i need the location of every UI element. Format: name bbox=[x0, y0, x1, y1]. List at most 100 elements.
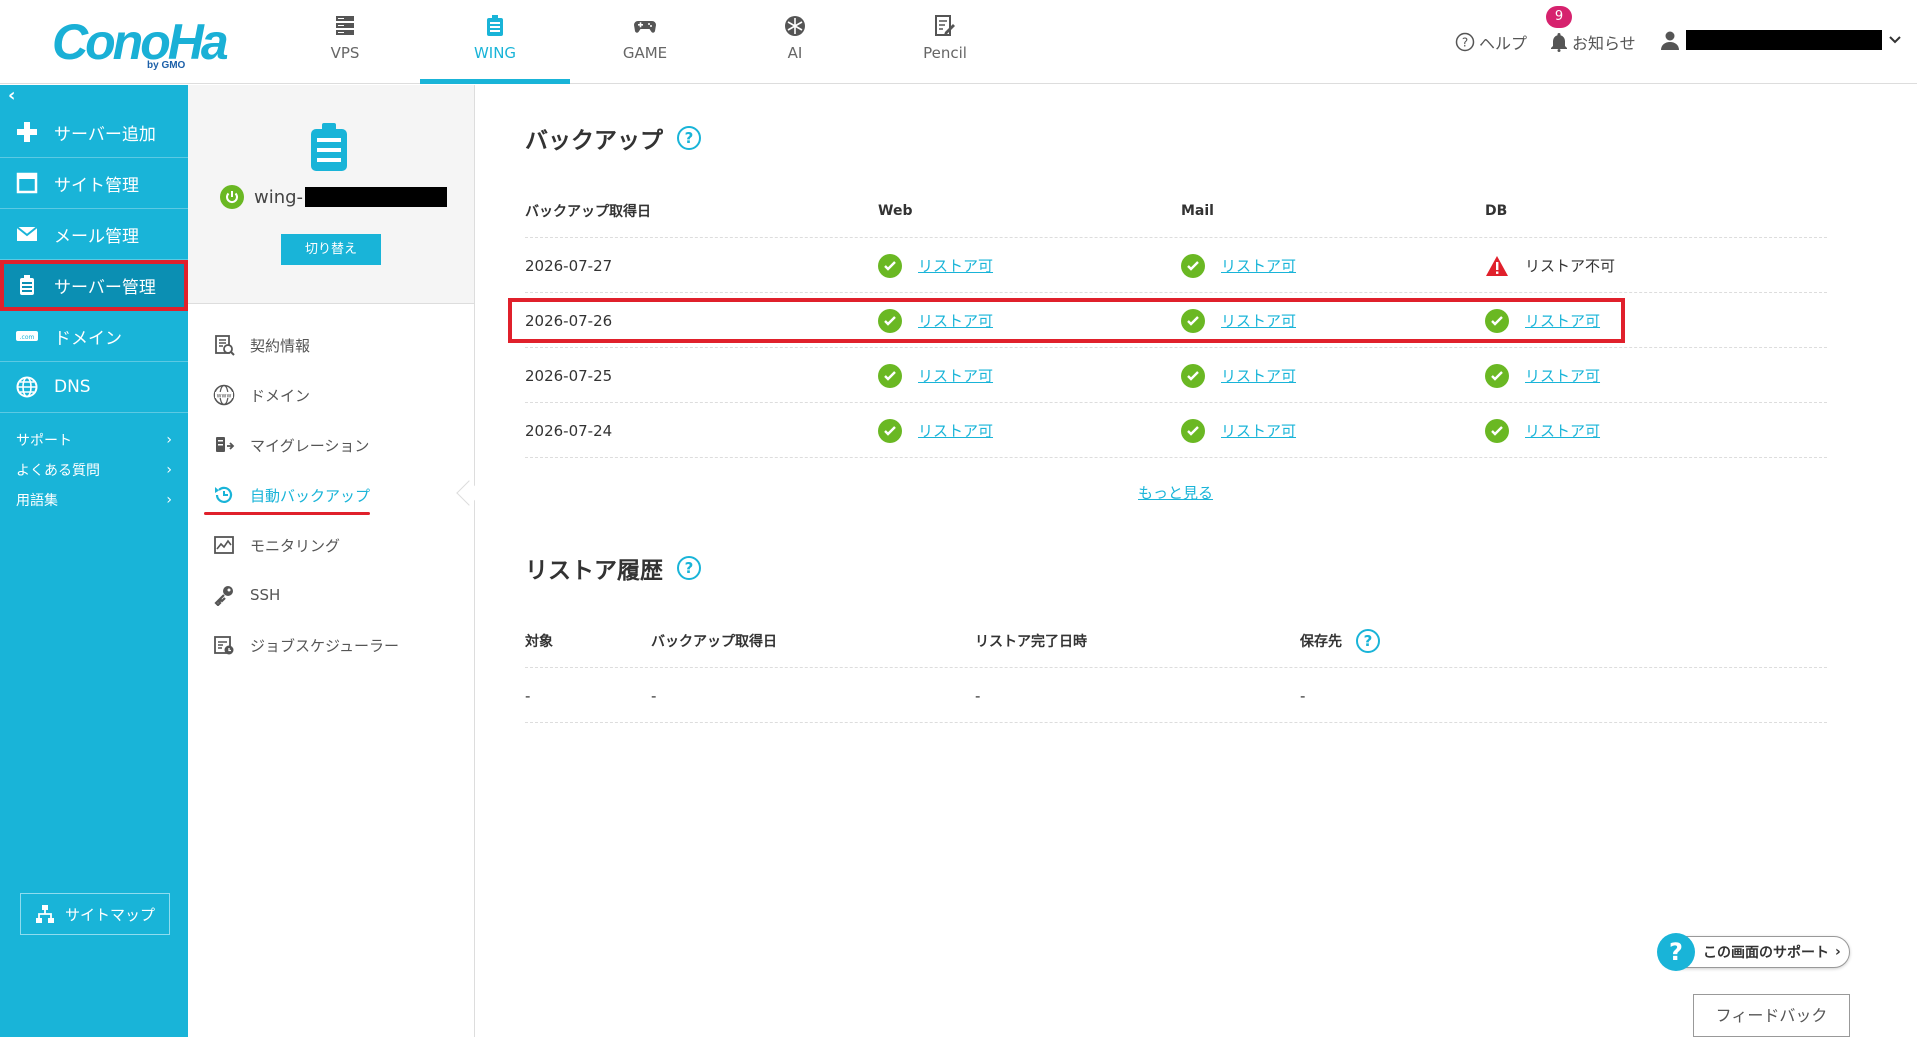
sidebar-item-dns[interactable]: DNS bbox=[0, 362, 188, 413]
envelope-icon bbox=[14, 221, 40, 247]
restore-mail-link[interactable]: リストア可 bbox=[1221, 420, 1296, 441]
scheduler-icon bbox=[212, 633, 236, 657]
server-panel: wing- 切り替え 契約情報 www ドメイン マイグレーション 自動バックア… bbox=[188, 85, 475, 1037]
table-row: 2026-07-27 リストア可 リストア可 リストア不可 bbox=[525, 238, 1827, 293]
restore-mail-link[interactable]: リストア可 bbox=[1221, 365, 1296, 386]
window-icon bbox=[14, 170, 40, 196]
main-content: バックアップ ? バックアップ取得日 Web Mail DB 2026-07-2… bbox=[475, 85, 1917, 1037]
check-circle-icon bbox=[878, 418, 902, 443]
restore-web-link[interactable]: リストア可 bbox=[918, 365, 993, 386]
contract-icon bbox=[212, 333, 236, 357]
nav-game[interactable]: GAME bbox=[570, 0, 720, 84]
pencil-icon bbox=[935, 15, 955, 36]
bell-icon bbox=[1551, 33, 1567, 52]
check-circle-icon bbox=[1485, 363, 1509, 388]
check-circle-icon bbox=[1181, 363, 1205, 388]
server-icon bbox=[14, 272, 40, 298]
redacted-server-name bbox=[305, 187, 448, 207]
svg-text:?: ? bbox=[1462, 36, 1468, 50]
chevron-down-icon bbox=[1889, 36, 1901, 44]
global-nav: VPS WING GAME AI Pencil bbox=[270, 0, 1020, 84]
screen-support-button[interactable]: ? この画面のサポート › bbox=[1657, 933, 1850, 971]
server-icon bbox=[336, 16, 354, 35]
menu-domain[interactable]: www ドメイン bbox=[188, 370, 474, 420]
check-circle-icon bbox=[878, 363, 902, 388]
sidebar-link-support[interactable]: サポート › bbox=[0, 425, 188, 455]
help-link[interactable]: ? ヘルプ bbox=[1455, 30, 1527, 54]
menu-migration[interactable]: マイグレーション bbox=[188, 420, 474, 470]
wing-server-icon bbox=[311, 123, 347, 171]
gamepad-icon bbox=[634, 21, 656, 33]
redacted-username bbox=[1686, 30, 1882, 50]
nav-pencil[interactable]: Pencil bbox=[870, 0, 1020, 84]
server-name: wing- bbox=[220, 185, 448, 209]
sidebar-collapse-button[interactable]: ‹ bbox=[8, 85, 15, 107]
restore-db-link[interactable]: リストア可 bbox=[1525, 365, 1600, 386]
conoha-logo[interactable]: ConoHa by GMO bbox=[52, 16, 229, 71]
restore-web-link[interactable]: リストア可 bbox=[918, 255, 993, 276]
check-circle-icon bbox=[1485, 418, 1509, 443]
sitemap-icon bbox=[35, 905, 54, 923]
switch-server-button[interactable]: 切り替え bbox=[281, 234, 381, 265]
nav-vps[interactable]: VPS bbox=[270, 0, 420, 84]
chevron-right-icon: › bbox=[166, 492, 172, 508]
table-row: - - - - bbox=[525, 668, 1827, 723]
highlighted-row-frame bbox=[508, 298, 1625, 343]
warning-triangle-icon bbox=[1486, 255, 1508, 276]
server-menu: 契約情報 www ドメイン マイグレーション 自動バックアップ モニタリング S… bbox=[188, 320, 474, 670]
sidebar-item-add-server[interactable]: サーバー追加 bbox=[0, 107, 188, 158]
table-row: 2026-07-24 リストア可 リストア可 リストア可 bbox=[525, 403, 1827, 458]
migration-icon bbox=[212, 433, 236, 457]
restore-mail-link[interactable]: リストア可 bbox=[1221, 255, 1296, 276]
chevron-right-icon: › bbox=[166, 462, 172, 478]
nav-wing[interactable]: WING bbox=[420, 0, 570, 84]
svg-text:.com: .com bbox=[20, 334, 35, 341]
menu-monitoring[interactable]: モニタリング bbox=[188, 520, 474, 570]
sidebar-item-server[interactable]: サーバー管理 bbox=[0, 260, 188, 311]
sidebar-link-glossary[interactable]: 用語集 › bbox=[0, 485, 188, 515]
ai-icon bbox=[785, 16, 805, 36]
backup-clock-icon bbox=[212, 483, 236, 507]
restore-db-link[interactable]: リストア可 bbox=[1525, 420, 1600, 441]
restore-history-table: 対象 バックアップ取得日 リストア完了日時 保存先? - - - - bbox=[525, 613, 1827, 723]
feedback-button[interactable]: フィードバック bbox=[1693, 994, 1850, 1037]
chevron-right-icon: › bbox=[1835, 944, 1841, 960]
sitemap-button[interactable]: サイトマップ bbox=[20, 893, 170, 935]
check-circle-icon bbox=[1181, 418, 1205, 443]
globe-icon bbox=[14, 374, 40, 400]
backup-title: バックアップ ? bbox=[525, 121, 701, 155]
storage-help-icon[interactable]: ? bbox=[1356, 628, 1380, 653]
global-header: ConoHa by GMO VPS WING GAME AI Pencil ? … bbox=[0, 0, 1917, 84]
sidebar-item-site[interactable]: サイト管理 bbox=[0, 158, 188, 209]
wing-icon bbox=[487, 15, 503, 36]
check-circle-icon bbox=[1181, 253, 1205, 278]
sidebar-link-faq[interactable]: よくある質問 › bbox=[0, 455, 188, 485]
power-on-icon bbox=[220, 185, 244, 209]
chart-window-icon bbox=[212, 533, 236, 557]
plus-icon bbox=[14, 119, 40, 145]
menu-auto-backup[interactable]: 自動バックアップ bbox=[188, 470, 474, 520]
show-more-link[interactable]: もっと見る bbox=[1138, 482, 1213, 503]
nav-ai[interactable]: AI bbox=[720, 0, 870, 84]
menu-job-scheduler[interactable]: ジョブスケジューラー bbox=[188, 620, 474, 670]
key-icon bbox=[212, 583, 236, 607]
restore-history-help-icon[interactable]: ? bbox=[677, 556, 701, 580]
table-header-row: バックアップ取得日 Web Mail DB bbox=[525, 183, 1827, 238]
restore-web-link[interactable]: リストア可 bbox=[918, 420, 993, 441]
chevron-right-icon: › bbox=[166, 432, 172, 448]
sidebar-sub-links: サポート › よくある質問 › 用語集 › bbox=[0, 425, 188, 515]
question-circle-icon: ? bbox=[1455, 32, 1475, 52]
sidebar-item-mail[interactable]: メール管理 bbox=[0, 209, 188, 260]
check-circle-icon bbox=[878, 253, 902, 278]
user-menu[interactable] bbox=[1660, 30, 1902, 50]
notice-link[interactable]: お知らせ bbox=[1550, 30, 1636, 54]
main-sidebar: ‹ サーバー追加 サイト管理 メール管理 サーバー管理 .com ドメイン DN… bbox=[0, 85, 188, 1037]
sidebar-nav: サーバー追加 サイト管理 メール管理 サーバー管理 .com ドメイン DNS bbox=[0, 107, 188, 413]
sidebar-item-domain[interactable]: .com ドメイン bbox=[0, 311, 188, 362]
restore-db-unavailable: リストア不可 bbox=[1525, 257, 1616, 275]
backup-help-icon[interactable]: ? bbox=[677, 126, 701, 150]
notice-count-badge: 9 bbox=[1546, 6, 1572, 28]
menu-ssh[interactable]: SSH bbox=[188, 570, 474, 620]
menu-contract-info[interactable]: 契約情報 bbox=[188, 320, 474, 370]
restore-history-title: リストア履歴 ? bbox=[525, 551, 701, 585]
